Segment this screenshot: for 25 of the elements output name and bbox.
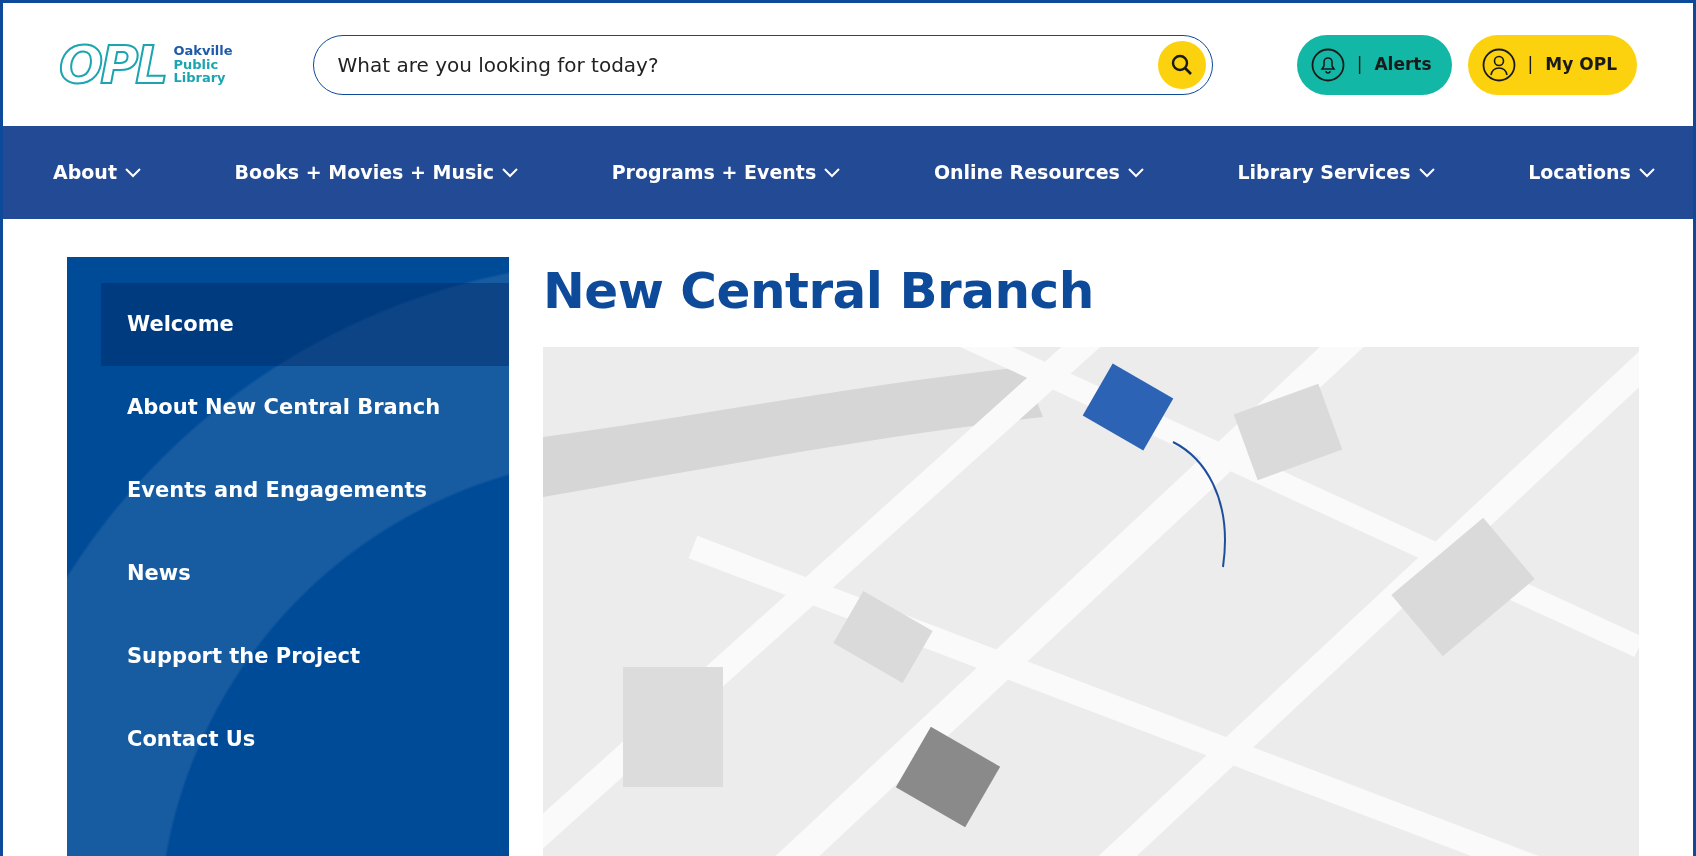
nav-menu-item[interactable]: Programs + Events bbox=[611, 158, 841, 187]
bell-icon bbox=[1310, 47, 1345, 82]
chevron-down-icon bbox=[824, 167, 841, 178]
page-title: New Central Branch bbox=[543, 261, 1095, 321]
nav-menu-item[interactable]: Library Services bbox=[1237, 158, 1435, 187]
alerts-button[interactable]: | Alerts bbox=[1296, 34, 1452, 95]
nav-menu-item[interactable]: Online Resources bbox=[933, 158, 1144, 187]
sidebar-item[interactable]: Contact Us bbox=[101, 698, 509, 781]
chevron-down-icon bbox=[502, 167, 518, 178]
sidebar-item[interactable]: News bbox=[101, 532, 509, 615]
nav-menu-item[interactable]: Books + Movies + Music bbox=[234, 158, 518, 187]
sidebar-item[interactable]: Support the Project bbox=[101, 615, 509, 698]
user-icon bbox=[1481, 47, 1516, 82]
nav-menu-item[interactable]: Locations bbox=[1528, 158, 1655, 187]
search-icon bbox=[1169, 52, 1194, 77]
sidebar-item[interactable]: Welcome bbox=[101, 283, 509, 366]
chevron-down-icon bbox=[1127, 167, 1144, 178]
chevron-down-icon bbox=[1638, 167, 1655, 178]
nav-menu-item[interactable]: About bbox=[53, 158, 141, 187]
sidebar-item[interactable]: Events and Engagements bbox=[101, 449, 509, 532]
account-button[interactable]: | My OPL bbox=[1467, 34, 1637, 95]
chevron-down-icon bbox=[1418, 167, 1435, 178]
search-button[interactable] bbox=[1157, 40, 1206, 89]
sidebar-item[interactable]: About New Central Branch bbox=[101, 366, 509, 449]
chevron-down-icon bbox=[124, 167, 141, 178]
